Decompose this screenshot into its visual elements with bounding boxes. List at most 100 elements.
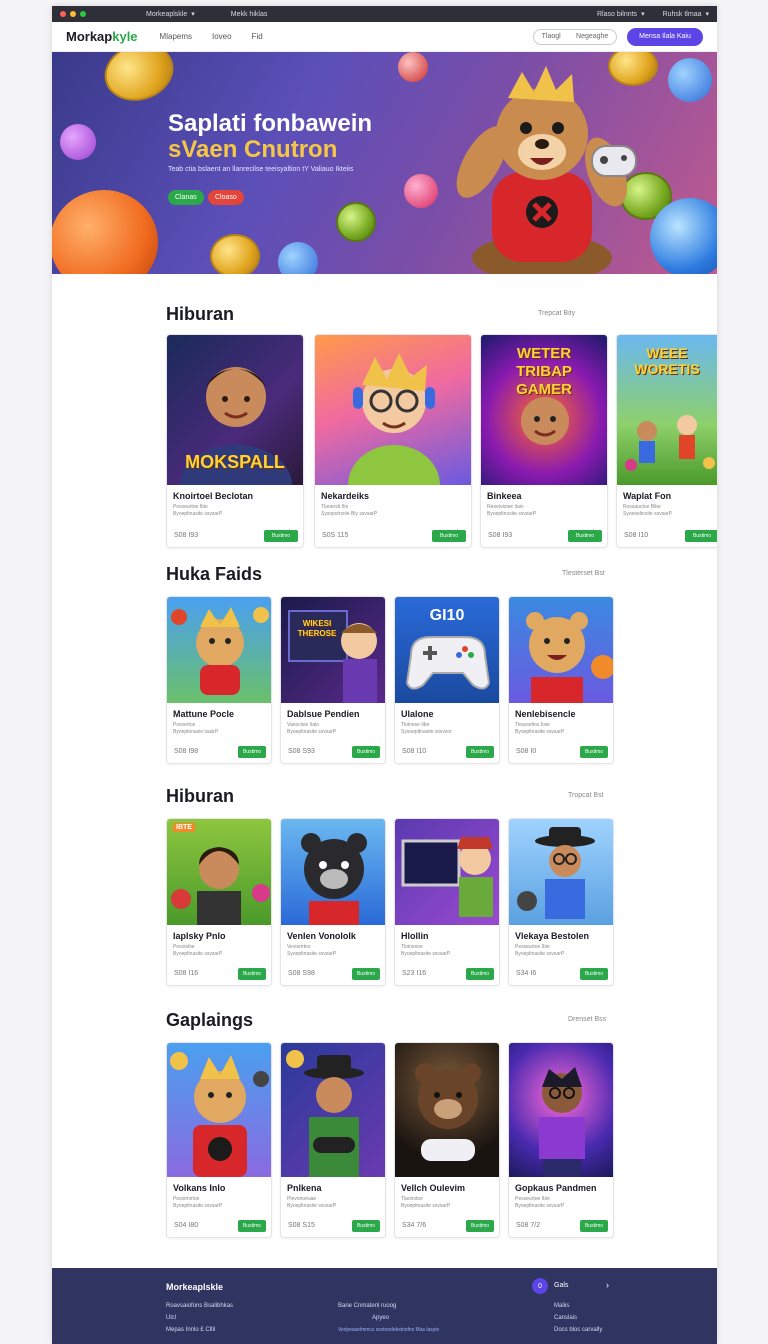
- hero-title-accent: sVaen Cnutron: [168, 136, 338, 163]
- card-title: Vlekaya Bestolen: [515, 931, 590, 941]
- card-buy-button[interactable]: Bustimo: [685, 530, 717, 542]
- address-text: Mekk hiklas: [230, 10, 268, 18]
- nav-link-2[interactable]: Ioveo: [212, 32, 232, 41]
- signup-button[interactable]: Mensa Ilala Kaiu: [627, 27, 703, 46]
- game-card[interactable]: IBTE Iaplsky Pnlo Pesoisloe Byoepltnasite…: [166, 818, 272, 986]
- section-more-link[interactable]: Trepcat Bity: [538, 310, 575, 317]
- footer-link[interactable]: Bane Cnmatenl ruoog: [338, 1300, 439, 1312]
- chrome-menu-b-label: Ruhsk tlmaa: [662, 10, 702, 18]
- card-buy-button[interactable]: Bustimo: [466, 1220, 494, 1232]
- card-price: S08 I98: [174, 748, 199, 755]
- card-buy-button[interactable]: Bustimo: [352, 1220, 380, 1232]
- footer-link[interactable]: Docs bloc carvally: [554, 1324, 602, 1336]
- card-image: WIKESI THEROSE: [281, 597, 385, 703]
- card-meta-line: Pesseurtoe Ibie: [515, 1196, 550, 1202]
- card-meta-line: Pesseurtoe Ibie: [173, 504, 208, 510]
- card-buy-button[interactable]: Bustimo: [352, 746, 380, 758]
- card-image: [281, 819, 385, 925]
- game-card[interactable]: Nekardeiks Tlaoersb Ilio Sysopvtrsoie Bly…: [314, 334, 472, 548]
- card-buy-button[interactable]: Bustimo: [238, 968, 266, 980]
- game-card[interactable]: WIKESI THEROSE Dablsue Pendien Vanocisie…: [280, 596, 386, 764]
- footer-link[interactable]: Maliis: [554, 1300, 602, 1312]
- hero-green-button[interactable]: Clanas: [168, 190, 204, 205]
- game-card[interactable]: MOKSPALL Knoirtoel Beclotan Pesseurtoe I…: [166, 334, 304, 548]
- nav-link-3[interactable]: Fid: [252, 32, 263, 41]
- game-card[interactable]: Venlen Vonololk Veviorirtes Syoepltnasite…: [280, 818, 386, 986]
- logo-accent-text: kyle: [112, 29, 138, 44]
- section-1: Hiburan Trepcat Bity MOKSPALL Knoirtoel …: [166, 304, 717, 554]
- card-title: Volkans Inlo: [173, 1183, 226, 1193]
- card-buy-button[interactable]: Bustimo: [466, 968, 494, 980]
- chrome-menu-b[interactable]: Ruhsk tlmaa ▾: [662, 10, 709, 19]
- card-meta: Reoeivioiee Iiaio Byoepltnosite ssvsarP: [487, 504, 601, 518]
- minimize-dot-icon[interactable]: [70, 11, 76, 17]
- footer-link[interactable]: Apyeo: [338, 1312, 439, 1324]
- card-buy-button[interactable]: Bustimo: [466, 746, 494, 758]
- card-buy-button[interactable]: Bustimo: [580, 1220, 608, 1232]
- game-card[interactable]: Nenlebisencle Tlearseltos Iisie Byoepltna…: [508, 596, 614, 764]
- footer-right-title[interactable]: Gals: [554, 1280, 568, 1292]
- section-2: Huka Faids Tlesterset Bst Mattune Pocle …: [166, 564, 616, 774]
- section-title: Hiburan: [166, 304, 235, 324]
- card-image-label: WETER TRIBAP GAMER: [516, 345, 572, 398]
- card-buy-button[interactable]: Bustimo: [432, 530, 466, 542]
- section-more-link[interactable]: Tropcat Bst: [568, 792, 604, 799]
- game-card[interactable]: Volkans Inlo Pesoimirtoe Byoepltnasite ss…: [166, 1042, 272, 1238]
- address-bar[interactable]: Mekk hiklas: [231, 11, 268, 18]
- character-gamer-icon: [348, 353, 440, 485]
- section-more-link[interactable]: Drenset Bss: [568, 1016, 606, 1023]
- maximize-dot-icon[interactable]: [80, 11, 86, 17]
- close-dot-icon[interactable]: [60, 11, 66, 17]
- card-buy-button[interactable]: Bustimo: [352, 968, 380, 980]
- card-buy-button[interactable]: Bustimo: [238, 1220, 266, 1232]
- chrome-menu-a[interactable]: Rlaso bilnnts ▾: [597, 10, 645, 19]
- game-card[interactable]: Hlollin Tloinesoe Byoepltnasite ssvsarP S…: [394, 818, 500, 986]
- search-pill[interactable]: Tlaogl Negeaghe: [533, 28, 617, 45]
- footer-link[interactable]: Mepas Innlo £ Cltil: [166, 1324, 233, 1336]
- card-buy-button[interactable]: Bustimo: [238, 746, 266, 758]
- card-meta-line: Psvoertos: [173, 722, 196, 728]
- footer-link[interactable]: Roavsaiofons Bsalibhkas: [166, 1300, 233, 1312]
- hero-banner: Saplati fonbawein sVaen Cnutron Teab cti…: [52, 52, 717, 274]
- card-price: S08 I93: [488, 532, 513, 539]
- game-card[interactable]: GI10 Ulalone Tloinese Iibe Sysoepltnasite…: [394, 596, 500, 764]
- card-meta-line: Tlearseltos Iisie: [515, 722, 550, 728]
- game-card[interactable]: Vlekaya Bestolen Pesseurtoe Ibie Byoepltn…: [508, 818, 614, 986]
- card-meta-line: Vanocisie Iiaio: [287, 722, 319, 728]
- ball-icon: [60, 124, 96, 160]
- footer-link[interactable]: Vedyeaselmmcs ssvtorelekstnsfns Mas lasy…: [338, 1324, 439, 1336]
- card-price: S08 I10: [624, 532, 649, 539]
- card-buy-button[interactable]: Bustimo: [580, 968, 608, 980]
- game-card[interactable]: Vellch Oulevim Tlaoirstoe Byoepltnasite s…: [394, 1042, 500, 1238]
- card-image: [315, 335, 471, 485]
- game-card[interactable]: WEEE WORETIS Waplat Fon Rossauctoe Bibe S…: [616, 334, 717, 548]
- card-image-label: WEEE WORETIS: [634, 345, 700, 377]
- game-card[interactable]: Mattune Pocle Psvoertos Byoeplenasie lsas…: [166, 596, 272, 764]
- footer-link[interactable]: Ulcl: [166, 1312, 233, 1324]
- game-card[interactable]: Pnlkena Plevorioeuae Byoepltnasite ssvsar…: [280, 1042, 386, 1238]
- game-card[interactable]: WETER TRIBAP GAMER Binkeea Reoeivioiee I…: [480, 334, 608, 548]
- card-buy-button[interactable]: Bustimo: [580, 746, 608, 758]
- card-buy-button[interactable]: Bustimo: [264, 530, 298, 542]
- footer-column-3: Maliis Canslais Docs bloc carvally: [554, 1300, 602, 1336]
- card-meta-line: Pesoimirtoe: [173, 1196, 200, 1202]
- card-meta-line: Tlaoirstoe: [401, 1196, 423, 1202]
- card-price: S0S 115: [322, 532, 349, 539]
- site-logo[interactable]: Morkapkyle: [66, 29, 138, 44]
- card-buy-button[interactable]: Bustimo: [568, 530, 602, 542]
- footer-link[interactable]: Canslais: [554, 1312, 602, 1324]
- card-image: [395, 1043, 499, 1177]
- card-price: S04 I80: [174, 1222, 199, 1229]
- card-meta: Tlaoersb Ilio Sysopvtrsoie Bly ssvsarP: [321, 504, 465, 518]
- card-price: S08 S15: [288, 1222, 315, 1229]
- section-more-link[interactable]: Tlesterset Bst: [562, 570, 605, 577]
- card-meta-line: Byoepltnosite ssvsarP: [487, 511, 537, 517]
- hero-red-button[interactable]: Cloaso: [208, 190, 244, 205]
- browser-tab[interactable]: Morkeaplskle ▾: [146, 10, 195, 19]
- card-image: [167, 597, 271, 703]
- nav-link-1[interactable]: Mlapems: [160, 32, 192, 41]
- card-price: S08 I0: [516, 748, 537, 755]
- game-card[interactable]: Gopkaus Pandmen Pesseurtoe Ibie Byoepltna…: [508, 1042, 614, 1238]
- chevron-right-icon[interactable]: ›: [606, 1279, 609, 1291]
- card-meta: Plevorioeuae Byoepltnasite ssvsarP: [287, 1196, 379, 1210]
